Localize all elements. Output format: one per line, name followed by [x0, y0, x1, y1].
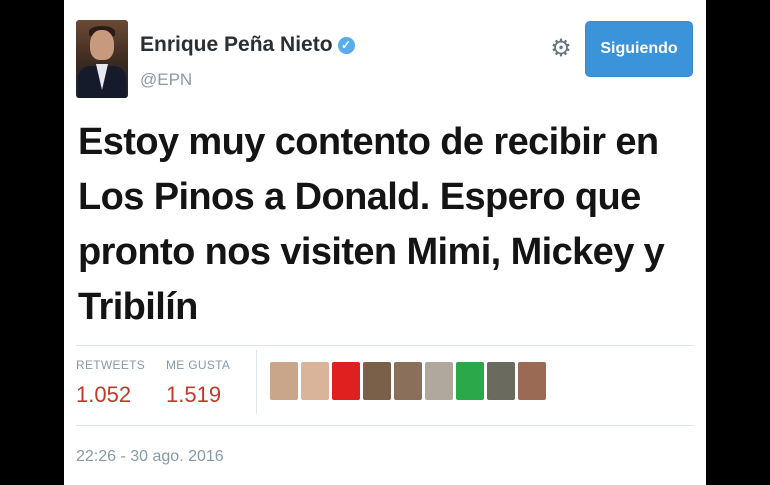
user-name[interactable]: Enrique Peña Nieto	[140, 33, 333, 56]
liker-avatar[interactable]	[363, 362, 391, 400]
liker-avatar[interactable]	[270, 362, 298, 400]
likers-avatars	[270, 362, 546, 400]
tweet-timestamp[interactable]: 22:26 - 30 ago. 2016	[76, 448, 224, 466]
liker-avatar[interactable]	[301, 362, 329, 400]
liker-avatar[interactable]	[394, 362, 422, 400]
tweet-text: Estoy muy contento de recibir en Los Pin…	[78, 121, 665, 328]
likes-count[interactable]: 1.519	[166, 382, 221, 408]
liker-avatar[interactable]	[518, 362, 546, 400]
user-handle[interactable]: @EPN	[140, 70, 192, 90]
tweet-card: Enrique Peña Nieto ✓ @EPN ⚙ Siguiendo Est…	[64, 0, 706, 485]
retweets-count[interactable]: 1.052	[76, 382, 131, 408]
user-avatar[interactable]	[76, 20, 128, 98]
stats-divider-top	[76, 345, 694, 346]
liker-avatar[interactable]	[332, 362, 360, 400]
liker-avatar[interactable]	[487, 362, 515, 400]
retweets-label: RETWEETS	[76, 358, 146, 372]
verified-badge-icon: ✓	[337, 37, 355, 54]
gear-icon[interactable]: ⚙	[550, 37, 572, 61]
following-button[interactable]: Siguiendo	[585, 21, 693, 77]
stats-divider-bottom	[76, 425, 694, 426]
stats-separator	[256, 350, 257, 414]
likes-label: ME GUSTA	[166, 358, 231, 372]
liker-avatar[interactable]	[425, 362, 453, 400]
liker-avatar[interactable]	[456, 362, 484, 400]
user-name-row[interactable]: Enrique Peña Nieto ✓	[140, 33, 355, 57]
